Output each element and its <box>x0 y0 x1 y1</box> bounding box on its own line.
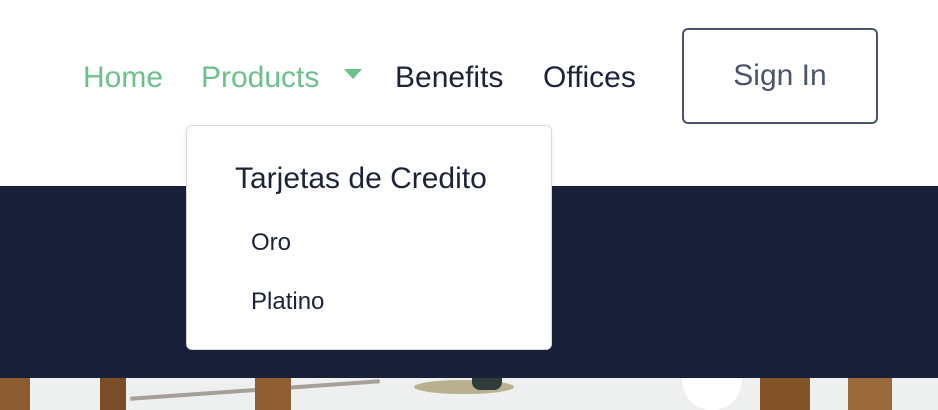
caret-down-icon[interactable] <box>344 69 362 79</box>
sign-in-button[interactable]: Sign In <box>682 28 878 124</box>
page: Home Products Benefits Offices Sign In T… <box>0 0 938 410</box>
dropdown-heading: Tarjetas de Credito <box>235 162 487 195</box>
hero-photo <box>0 378 938 410</box>
dropdown-item-platino[interactable]: Platino <box>251 287 324 317</box>
photo-beam <box>760 378 810 410</box>
photo-lamp <box>682 378 742 410</box>
dropdown-item-oro[interactable]: Oro <box>251 228 291 258</box>
nav-benefits-link[interactable]: Benefits <box>395 58 503 98</box>
photo-beam <box>0 378 30 410</box>
nav-products-link[interactable]: Products <box>201 58 319 98</box>
products-dropdown-menu: Tarjetas de Credito Oro Platino <box>186 125 552 350</box>
photo-beam <box>255 378 291 410</box>
photo-beam <box>848 378 892 410</box>
photo-fan-hub <box>472 378 502 390</box>
photo-beam <box>100 378 126 410</box>
nav-offices-link[interactable]: Offices <box>543 58 636 98</box>
nav-home-link[interactable]: Home <box>83 58 163 98</box>
